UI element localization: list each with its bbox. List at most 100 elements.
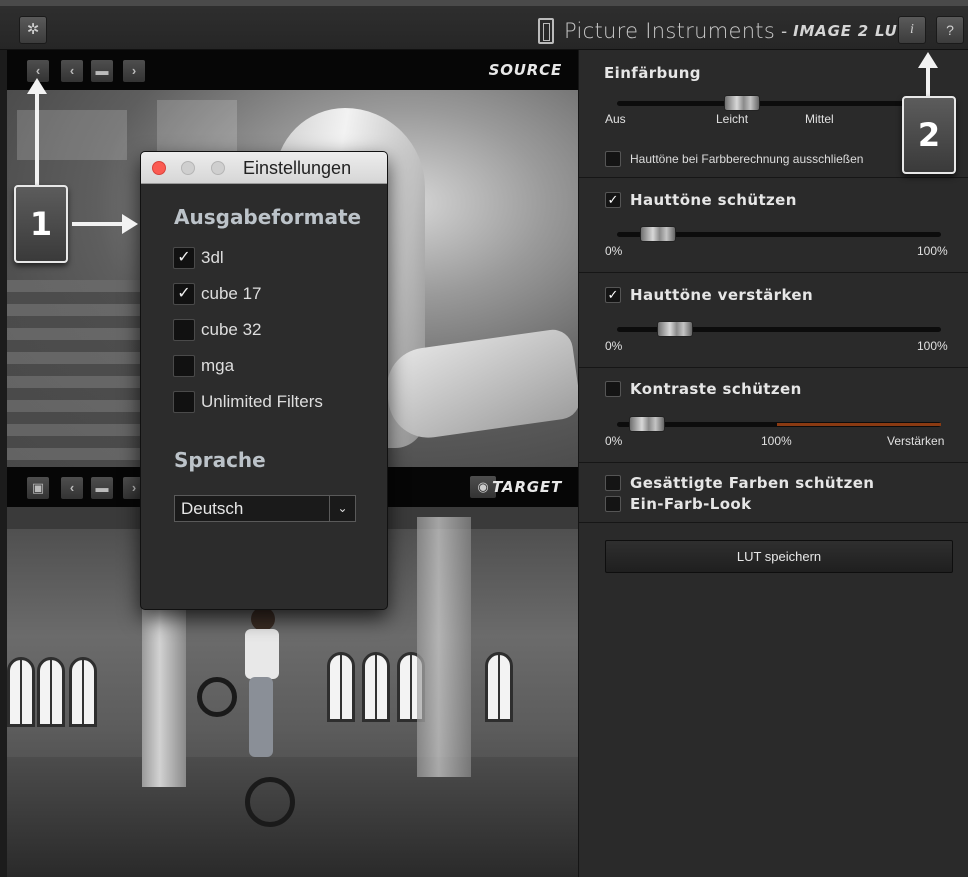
- minimize-window-button[interactable]: [181, 161, 195, 175]
- protect-saturated-title: Gesättigte Farben schützen: [630, 474, 875, 492]
- format-option-cube32[interactable]: cube 32: [173, 319, 262, 341]
- language-heading: Sprache: [174, 448, 266, 472]
- chevron-left-icon: ‹: [35, 63, 41, 78]
- dialog-title: Einstellungen: [243, 158, 352, 178]
- format-checkbox-unlimited-filters[interactable]: [173, 391, 195, 413]
- source-prev-image-button[interactable]: ‹: [61, 60, 83, 82]
- folder-icon: ▬: [95, 480, 109, 495]
- source-toolbar: ‹ ‹ ▬ › SOURCE: [7, 50, 578, 90]
- background-window: [17, 110, 127, 160]
- checkmark-icon: ✓: [177, 249, 191, 266]
- output-formats-heading: Ausgabeformate: [174, 205, 362, 229]
- format-checkbox-cube32[interactable]: [173, 319, 195, 341]
- chevron-right-icon: ›: [131, 63, 137, 78]
- close-window-button[interactable]: [152, 161, 166, 175]
- source-open-folder-button[interactable]: ▬: [91, 60, 113, 82]
- boost-skin-min: 0%: [605, 339, 623, 353]
- single-color-checkbox[interactable]: [605, 496, 621, 512]
- protect-saturated-checkbox[interactable]: [605, 475, 621, 491]
- source-next-image-button[interactable]: ›: [123, 60, 145, 82]
- extra-options-section: Gesättigte Farben schützen Ein-Farb-Look: [579, 463, 968, 523]
- tint-label-medium: Mittel: [805, 112, 834, 126]
- tint-title: Einfärbung: [604, 64, 701, 82]
- brand-separator: -: [781, 20, 788, 41]
- exclude-skin-label: Hauttöne bei Farbberechnung ausschließen: [630, 152, 864, 166]
- protect-skin-checkbox[interactable]: ✓: [605, 192, 621, 208]
- arched-window: [7, 657, 35, 727]
- format-option-cube17[interactable]: ✓ cube 17: [173, 283, 262, 305]
- help-button[interactable]: ?: [936, 16, 964, 44]
- chevron-left-icon: ‹: [69, 480, 75, 495]
- format-option-unlimited-filters[interactable]: Unlimited Filters: [173, 391, 323, 413]
- brand-logo-icon: [538, 18, 554, 44]
- bmx-wheel: [245, 777, 295, 827]
- format-label: Unlimited Filters: [201, 392, 323, 411]
- dialog-title-bar: Einstellungen: [141, 152, 387, 184]
- protect-contrast-checkbox[interactable]: [605, 381, 621, 397]
- language-select[interactable]: Deutsch ⌄: [174, 495, 356, 522]
- format-checkbox-cube17[interactable]: ✓: [173, 283, 195, 305]
- callout-arrow-line: [72, 222, 124, 226]
- single-color-title: Ein-Farb-Look: [630, 495, 752, 513]
- settings-dialog: Einstellungen Ausgabeformate ✓ 3dl ✓ cub…: [140, 151, 388, 610]
- target-save-button[interactable]: ▣: [27, 477, 49, 499]
- chevron-right-icon: ›: [131, 480, 137, 495]
- save-icon: ▣: [31, 480, 45, 495]
- protect-contrast-slider-thumb[interactable]: [629, 416, 665, 432]
- brand-name: Picture Instruments: [564, 19, 776, 43]
- checkmark-icon: ✓: [177, 285, 191, 302]
- exclude-skin-checkbox[interactable]: [605, 151, 621, 167]
- chevron-down-icon[interactable]: ⌄: [329, 496, 355, 521]
- source-label: SOURCE: [488, 61, 562, 79]
- protect-skin-slider-thumb[interactable]: [640, 226, 676, 242]
- boost-skin-max: 100%: [917, 339, 948, 353]
- boost-skin-title: Hauttöne verstärken: [630, 286, 814, 304]
- format-option-mga[interactable]: mga: [173, 355, 234, 377]
- format-label: 3dl: [201, 248, 224, 267]
- folder-icon: ▬: [95, 63, 109, 78]
- protect-contrast-max: Verstärken: [887, 434, 945, 448]
- save-lut-button[interactable]: LUT speichern: [605, 540, 953, 573]
- zoom-window-button[interactable]: [211, 161, 225, 175]
- protect-contrast-mid: 100%: [761, 434, 792, 448]
- gear-icon: ✲: [26, 21, 40, 38]
- target-open-folder-button[interactable]: ▬: [91, 477, 113, 499]
- bmx-wheel: [197, 677, 237, 717]
- format-option-3dl[interactable]: ✓ 3dl: [173, 247, 224, 269]
- brand: Picture Instruments - IMAGE 2 LUT: [538, 16, 909, 46]
- chevron-left-icon: ‹: [69, 63, 75, 78]
- boost-skin-section: ✓ Hauttöne verstärken 0% 100%: [579, 273, 968, 368]
- info-button[interactable]: i: [898, 16, 926, 44]
- protect-skin-min: 0%: [605, 244, 623, 258]
- arched-window: [485, 652, 513, 722]
- tint-slider-thumb[interactable]: [724, 95, 760, 111]
- boost-skin-slider-thumb[interactable]: [657, 321, 693, 337]
- settings-panel: Einfärbung Aus Leicht Mittel Hauttöne be…: [578, 50, 968, 877]
- settings-gear-button[interactable]: ✲: [19, 16, 47, 44]
- callout-arrow-line: [35, 92, 39, 186]
- callout-badge-2: 2: [902, 96, 956, 174]
- arched-window: [327, 652, 355, 722]
- tint-label-off: Aus: [605, 112, 626, 126]
- protect-skin-max: 100%: [917, 244, 948, 258]
- protect-contrast-min: 0%: [605, 434, 623, 448]
- checkmark-icon: ✓: [607, 287, 619, 302]
- eye-icon: ◉: [477, 479, 489, 494]
- boost-skin-slider-track[interactable]: [617, 321, 941, 337]
- protect-contrast-section: Kontraste schützen 0% 100% Verstärken: [579, 368, 968, 463]
- callout-arrow-line: [926, 66, 930, 96]
- arched-window: [37, 657, 65, 727]
- format-label: mga: [201, 356, 235, 375]
- tint-slider-track[interactable]: [617, 95, 941, 111]
- format-checkbox-mga[interactable]: [173, 355, 195, 377]
- bmx-rider: [237, 607, 297, 787]
- protect-skin-section: ✓ Hauttöne schützen 0% 100%: [579, 178, 968, 273]
- boost-skin-checkbox[interactable]: ✓: [605, 287, 621, 303]
- format-label: cube 17: [201, 284, 262, 303]
- target-prev-image-button[interactable]: ‹: [61, 477, 83, 499]
- tint-label-light: Leicht: [716, 112, 749, 126]
- language-value: Deutsch: [181, 499, 244, 518]
- protect-contrast-slider-track[interactable]: [617, 416, 941, 432]
- protect-skin-slider-track[interactable]: [617, 226, 941, 242]
- format-checkbox-3dl[interactable]: ✓: [173, 247, 195, 269]
